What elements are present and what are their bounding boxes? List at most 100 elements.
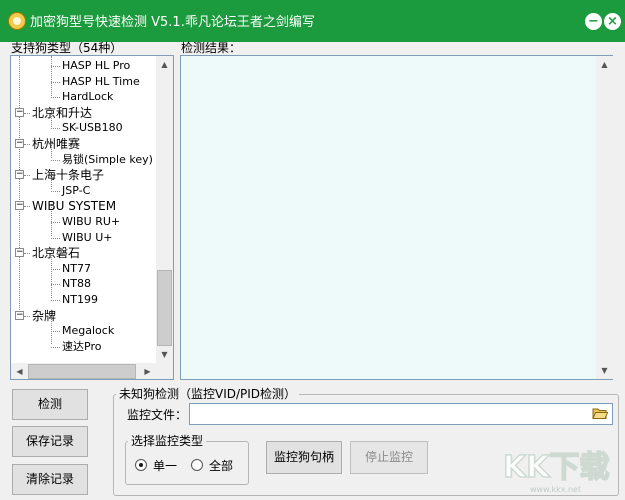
tree-connector <box>51 331 60 333</box>
tree-connector <box>24 144 30 145</box>
stop-monitor-button-label: 停止监控 <box>364 450 413 464</box>
minimize-button[interactable]: − <box>585 13 602 30</box>
results-text-area[interactable] <box>181 56 596 379</box>
tree-connector <box>24 206 30 208</box>
tree-leaf-node[interactable]: NT199 <box>11 292 156 308</box>
scroll-down-arrow-icon[interactable]: ▼ <box>596 362 613 379</box>
tree-leaf-node[interactable]: WIBU U+ <box>11 230 156 246</box>
tree-connector <box>51 190 60 192</box>
tree-connector <box>51 128 60 130</box>
tree-node-label: NT88 <box>62 277 91 291</box>
collapse-toggle-icon[interactable]: − <box>15 107 24 117</box>
scroll-right-arrow-icon[interactable]: ▶ <box>139 363 156 379</box>
save-log-button[interactable]: 保存记录 <box>12 426 88 457</box>
tree-group-node[interactable]: − 杭州唯赛 <box>11 136 156 152</box>
tree-connector <box>24 253 30 255</box>
tree-node-label: Megalock <box>62 324 115 338</box>
tree-node-label: WIBU RU+ <box>62 215 121 228</box>
tree-node-label: 易锁(Simple key) <box>62 152 153 166</box>
tree-leaf-node[interactable]: HardLock <box>11 89 156 105</box>
tree-group-node[interactable]: − WIBU SYSTEM <box>11 198 156 214</box>
results-panel[interactable]: ▲ ▼ <box>180 55 613 380</box>
monitor-file-label: 监控文件： <box>127 408 188 422</box>
tree-connector <box>24 315 30 317</box>
tree-leaf-node[interactable]: 速达Pro <box>11 339 156 355</box>
tree-group-node[interactable]: − 北京磐石 <box>11 245 156 261</box>
collapse-toggle-icon[interactable]: − <box>15 201 24 211</box>
tree-group-node[interactable]: − 北京和升达 <box>11 105 156 121</box>
tree-connector <box>51 284 60 286</box>
tree-leaf-node[interactable]: JSP-C <box>11 183 156 199</box>
clear-log-button-label: 清除记录 <box>25 472 74 486</box>
tree-leaf-node[interactable]: HASP HL Pro <box>11 58 156 74</box>
scroll-thumb[interactable] <box>157 270 172 346</box>
supported-types-label: 支持狗类型（54种） <box>11 41 123 55</box>
results-vertical-scrollbar[interactable]: ▲ ▼ <box>596 56 613 379</box>
kk-download-watermark-logo: KK下载 www.kkx.net <box>502 449 610 494</box>
radio-all-label[interactable]: 全部 <box>209 457 233 474</box>
tree-node-label: NT199 <box>62 293 98 306</box>
radio-single-label[interactable]: 单一 <box>153 457 177 474</box>
detect-button[interactable]: 检测 <box>12 389 88 420</box>
detect-button-label: 检测 <box>37 397 62 411</box>
collapse-toggle-icon[interactable]: − <box>15 170 24 180</box>
tree-connector <box>51 97 60 99</box>
stop-monitor-button[interactable]: 停止监控 <box>350 441 428 474</box>
tree-leaf-node[interactable]: 易锁(Simple key) <box>11 152 156 168</box>
tree-node-label: WIBU U+ <box>62 230 113 244</box>
monitor-file-input[interactable] <box>189 403 613 425</box>
tree-group-node[interactable]: − 上海十条电子 <box>11 167 156 183</box>
unknown-dongle-group-title: 未知狗检测（监控VID/PID检测） <box>116 385 300 402</box>
window-title: 加密狗型号快速检测 V5.1.乖凡论坛王者之剑编写 <box>30 15 315 30</box>
results-label: 检测结果： <box>181 41 242 55</box>
tree-node-label: HardLock <box>62 90 114 104</box>
scroll-up-arrow-icon[interactable]: ▲ <box>156 56 173 73</box>
collapse-toggle-icon[interactable]: − <box>15 310 24 320</box>
tree-node-label: 杭州唯赛 <box>32 137 81 151</box>
tree-leaf-node[interactable]: SK-USB180 <box>11 120 156 136</box>
tree-connector <box>24 112 30 114</box>
tree-vertical-scrollbar[interactable]: ▲ ▼ <box>156 56 173 363</box>
tree-node-label: SK-USB180 <box>62 121 123 135</box>
tree-group-node[interactable]: − 杂牌 <box>11 308 156 324</box>
monitor-handle-button-label: 监控狗句柄 <box>273 450 334 464</box>
scroll-left-arrow-icon[interactable]: ◀ <box>11 363 28 379</box>
tree-connector <box>51 346 60 348</box>
watermark-text: KK下载 <box>503 450 610 485</box>
clear-log-button[interactable]: 清除记录 <box>12 464 88 495</box>
tree-connector <box>51 237 60 239</box>
tree-node-label: 北京磐石 <box>32 246 81 261</box>
tree-node-label: 速达Pro <box>62 339 102 353</box>
tree-connector <box>24 175 30 177</box>
dongle-type-tree[interactable]: HASP HL Pro HASP HL Time HardLock − 北京和升达 SK-… <box>10 55 174 380</box>
radio-all[interactable] <box>191 459 203 471</box>
tree-node-label: HASP HL Time <box>62 74 140 88</box>
collapse-toggle-icon[interactable]: − <box>15 248 24 258</box>
tree-leaf-node[interactable]: HASP HL Time <box>11 74 156 90</box>
tree-leaf-node[interactable]: WIBU RU+ <box>11 214 156 230</box>
monitor-handle-button[interactable]: 监控狗句柄 <box>266 441 342 474</box>
tree-leaf-node[interactable]: NT77 <box>11 261 156 277</box>
scroll-thumb[interactable] <box>28 364 136 379</box>
tree-connector <box>51 300 60 301</box>
tree-connector <box>51 222 60 223</box>
close-button[interactable]: × <box>604 13 621 30</box>
radio-single[interactable] <box>135 459 147 471</box>
watermark-url: www.kkx.net <box>530 485 581 494</box>
tree-node-label: 杂牌 <box>32 308 57 323</box>
tree-connector <box>51 66 60 67</box>
tree-node-label: 北京和升达 <box>32 105 93 120</box>
scrollbar-corner <box>156 363 173 379</box>
scroll-up-arrow-icon[interactable]: ▲ <box>596 56 613 73</box>
tree-leaf-node[interactable]: NT88 <box>11 276 156 292</box>
tree-node-label: WIBU SYSTEM <box>32 199 117 214</box>
collapse-toggle-icon[interactable]: − <box>15 139 24 148</box>
save-log-button-label: 保存记录 <box>25 434 74 448</box>
app-icon <box>8 12 26 30</box>
tree-content: HASP HL Pro HASP HL Time HardLock − 北京和升达 SK-… <box>11 56 156 363</box>
scroll-down-arrow-icon[interactable]: ▼ <box>156 346 173 363</box>
open-folder-icon[interactable] <box>592 406 608 420</box>
tree-horizontal-scrollbar[interactable]: ◀ ▶ <box>11 363 156 379</box>
tree-leaf-node[interactable]: Megalock <box>11 323 156 339</box>
tree-node-label: NT77 <box>62 261 91 275</box>
